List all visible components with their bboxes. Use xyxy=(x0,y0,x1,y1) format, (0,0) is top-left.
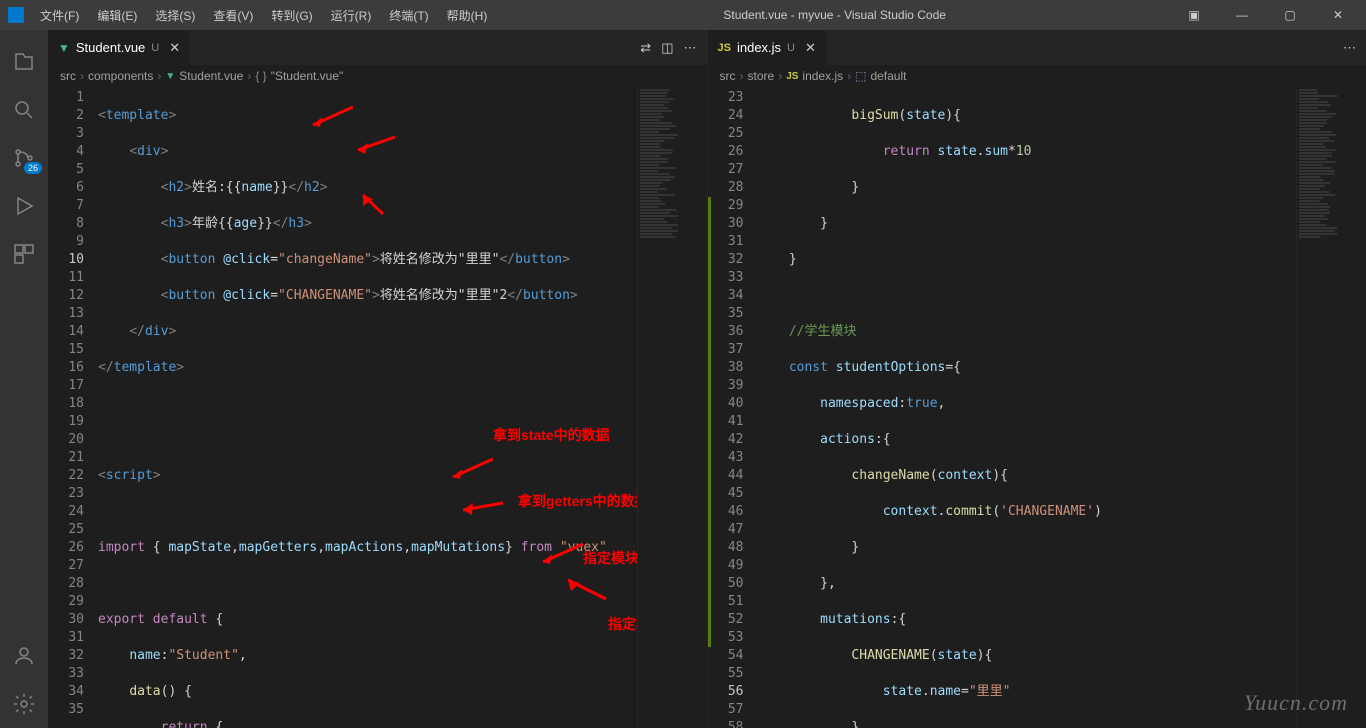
breadcrumbs-right[interactable]: src› store› JS index.js› ⬚ default xyxy=(708,65,1366,87)
tab-index-js[interactable]: JS index.js U ✕ xyxy=(708,30,827,65)
code-area-right[interactable]: 2324252627282930313233343536373839404142… xyxy=(708,87,1366,728)
menu-selection[interactable]: 选择(S) xyxy=(147,3,203,28)
menu-view[interactable]: 查看(V) xyxy=(205,3,261,28)
vue-icon: ▼ xyxy=(58,41,70,55)
menu-terminal[interactable]: 终端(T) xyxy=(381,3,436,28)
close-icon[interactable]: ✕ xyxy=(1318,8,1358,22)
search-icon[interactable] xyxy=(0,86,48,134)
vscode-logo-icon xyxy=(8,7,24,23)
accounts-icon[interactable] xyxy=(0,632,48,680)
js-icon: JS xyxy=(718,42,731,54)
tabs-right: JS index.js U ✕ ⋯ xyxy=(708,30,1366,65)
settings-icon[interactable] xyxy=(0,680,48,728)
tab-close-icon[interactable]: ✕ xyxy=(805,40,816,56)
editor-right: JS index.js U ✕ ⋯ src› store› JS index.j… xyxy=(708,30,1366,728)
gutter-left: 1234567891011121314151617181920212223242… xyxy=(48,87,98,728)
layout-icon[interactable]: ▣ xyxy=(1174,8,1214,22)
breadcrumbs-left[interactable]: src› components› ▼Student.vue› { }"Stude… xyxy=(48,65,707,87)
source-control-icon[interactable]: 26 xyxy=(0,134,48,182)
titlebar: 文件(F) 编辑(E) 选择(S) 查看(V) 转到(G) 运行(R) 终端(T… xyxy=(0,0,1366,30)
menubar: 文件(F) 编辑(E) 选择(S) 查看(V) 转到(G) 运行(R) 终端(T… xyxy=(32,3,495,28)
window-title: Student.vue - myvue - Visual Studio Code xyxy=(495,8,1174,22)
more-icon[interactable]: ⋯ xyxy=(684,40,697,56)
gutter-right: 2324252627282930313233343536373839404142… xyxy=(708,87,758,728)
split-icon[interactable]: ◫ xyxy=(661,40,673,56)
tab-label: Student.vue xyxy=(76,40,145,55)
menu-run[interactable]: 运行(R) xyxy=(323,3,380,28)
code-left[interactable]: <template> <div> <h2>姓名:{{name}}</h2> <h… xyxy=(98,87,637,728)
code-right[interactable]: bigSum(state){ return state.sum*10 } } }… xyxy=(758,87,1297,728)
menu-go[interactable]: 转到(G) xyxy=(263,3,320,28)
menu-help[interactable]: 帮助(H) xyxy=(439,3,496,28)
tabs-left: ▼ Student.vue U ✕ ⇄ ◫ ⋯ xyxy=(48,30,707,65)
tab-modified: U xyxy=(151,42,159,54)
more-icon[interactable]: ⋯ xyxy=(1343,40,1356,56)
menu-file[interactable]: 文件(F) xyxy=(32,3,87,28)
scm-badge: 26 xyxy=(24,162,42,174)
tab-modified: U xyxy=(787,42,795,54)
extensions-icon[interactable] xyxy=(0,230,48,278)
run-debug-icon[interactable] xyxy=(0,182,48,230)
compare-icon[interactable]: ⇄ xyxy=(640,40,651,56)
code-area-left[interactable]: 1234567891011121314151617181920212223242… xyxy=(48,87,707,728)
maximize-icon[interactable]: ▢ xyxy=(1270,8,1310,22)
menu-edit[interactable]: 编辑(E) xyxy=(89,3,145,28)
minimap-left[interactable] xyxy=(637,87,707,728)
explorer-icon[interactable] xyxy=(0,38,48,86)
minimize-icon[interactable]: — xyxy=(1222,8,1262,22)
tab-label: index.js xyxy=(737,40,781,55)
tab-close-icon[interactable]: ✕ xyxy=(169,40,180,56)
activity-bar: 26 xyxy=(0,30,48,728)
editor-left: ▼ Student.vue U ✕ ⇄ ◫ ⋯ src› components›… xyxy=(48,30,708,728)
tab-student-vue[interactable]: ▼ Student.vue U ✕ xyxy=(48,30,191,65)
minimap-right[interactable] xyxy=(1296,87,1366,728)
